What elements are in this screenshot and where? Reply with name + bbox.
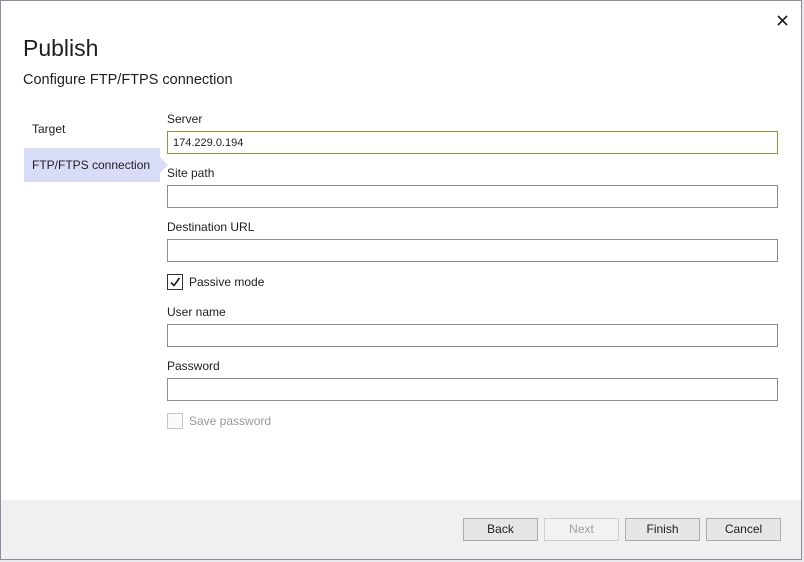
user-name-input[interactable] bbox=[167, 324, 778, 347]
publish-dialog: Publish Configure FTP/FTPS connection Ta… bbox=[0, 0, 802, 560]
close-button[interactable] bbox=[771, 9, 793, 31]
nav-item-label: FTP/FTPS connection bbox=[32, 158, 151, 172]
site-path-input[interactable] bbox=[167, 185, 778, 208]
password-input[interactable] bbox=[167, 378, 778, 401]
dialog-subtitle: Configure FTP/FTPS connection bbox=[23, 72, 233, 88]
cancel-button[interactable]: Cancel bbox=[706, 518, 781, 541]
dialog-footer: Back Next Finish Cancel bbox=[1, 500, 801, 559]
nav-item-ftp-connection[interactable]: FTP/FTPS connection bbox=[24, 148, 168, 182]
checkmark-icon bbox=[170, 277, 181, 287]
finish-button[interactable]: Finish bbox=[625, 518, 700, 541]
close-icon bbox=[776, 14, 788, 26]
back-button[interactable]: Back bbox=[463, 518, 538, 541]
site-path-label: Site path bbox=[167, 166, 215, 180]
passive-mode-checkbox[interactable] bbox=[167, 274, 183, 290]
destination-url-input[interactable] bbox=[167, 239, 778, 262]
save-password-checkbox bbox=[167, 413, 183, 429]
user-name-label: User name bbox=[167, 305, 226, 319]
nav-item-target[interactable]: Target bbox=[24, 112, 160, 146]
publish-nav: Target FTP/FTPS connection bbox=[24, 112, 168, 182]
destination-url-label: Destination URL bbox=[167, 220, 255, 234]
save-password-label: Save password bbox=[189, 414, 272, 428]
server-label: Server bbox=[167, 112, 203, 126]
nav-item-label: Target bbox=[32, 122, 66, 136]
server-input[interactable] bbox=[167, 131, 778, 154]
passive-mode-label: Passive mode bbox=[189, 275, 265, 289]
next-button: Next bbox=[544, 518, 619, 541]
dialog-title: Publish bbox=[23, 35, 99, 61]
password-label: Password bbox=[167, 359, 220, 373]
